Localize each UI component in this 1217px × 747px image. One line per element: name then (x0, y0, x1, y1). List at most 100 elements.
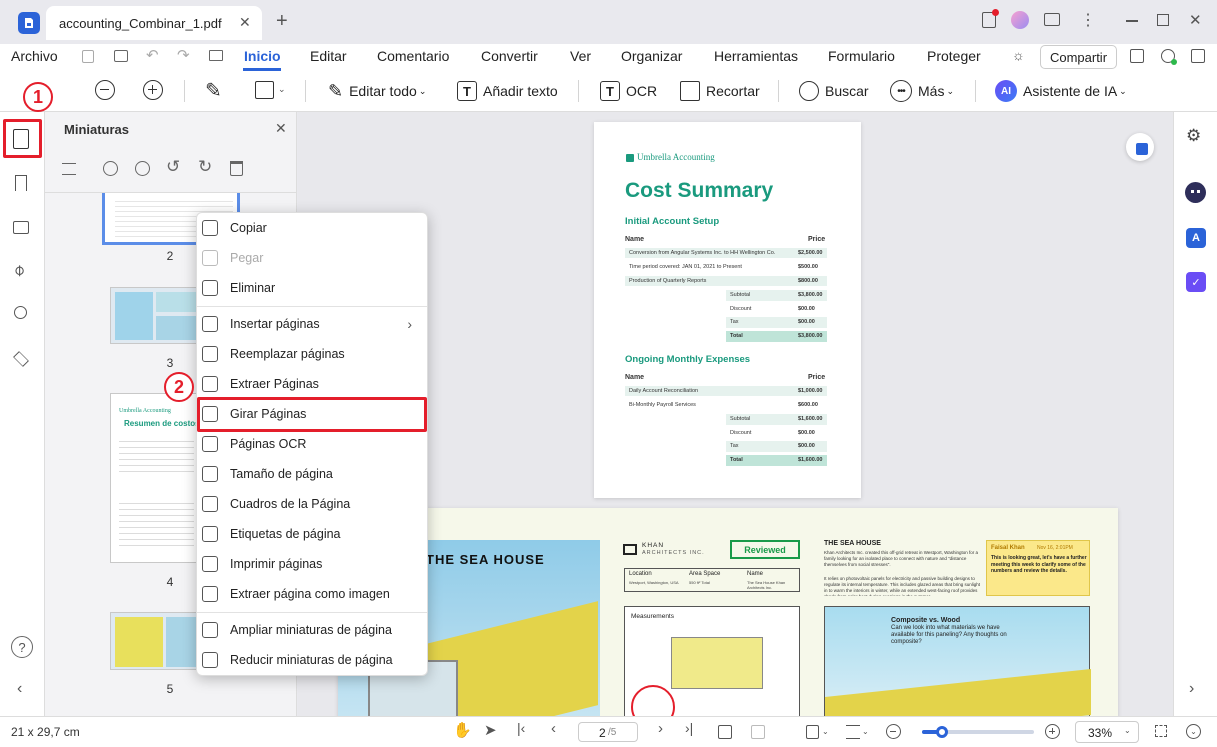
redo-icon[interactable]: ↷ (177, 46, 190, 64)
panel-layout-icon[interactable] (1191, 49, 1205, 63)
fit-page-icon[interactable] (718, 725, 732, 739)
chevron-down-icon[interactable]: ⌄ (862, 727, 869, 736)
feedback-icon[interactable] (1044, 13, 1060, 26)
context-menu-separator (197, 612, 427, 613)
rotate-right-icon[interactable]: ↻ (198, 157, 212, 177)
highlighter-icon[interactable]: ✎ (205, 78, 222, 103)
context-menu-item[interactable]: Etiquetas de página (200, 521, 416, 547)
document-tab[interactable]: accounting_Combinar_1.pdf ✕ (46, 6, 262, 40)
more-button[interactable]: ••• Más ⌄ (890, 78, 954, 104)
comment-icon[interactable] (13, 221, 29, 234)
collapse-right-icon[interactable]: › (1189, 680, 1194, 698)
delete-page-icon[interactable] (230, 161, 243, 176)
bookmark-icon[interactable] (15, 175, 27, 191)
menu-editar[interactable]: Editar (310, 48, 347, 64)
ai-assistant-button[interactable]: AI Asistente de IA ⌄ (995, 78, 1127, 104)
menu-organizar[interactable]: Organizar (621, 48, 682, 64)
avatar[interactable] (1011, 11, 1029, 29)
fit-width-icon[interactable] (751, 725, 765, 739)
properties-sliders-icon[interactable]: ⚙ (1186, 126, 1201, 146)
context-menu-item[interactable]: Insertar páginas › (200, 311, 416, 337)
help-icon[interactable]: ? (11, 636, 33, 658)
crop-button[interactable]: Recortar (680, 78, 760, 104)
sticky-note[interactable]: Faisal Khan Nov 16, 2:01PM This is looki… (986, 540, 1090, 596)
search-icon[interactable] (14, 306, 27, 319)
scroll-mode-icon[interactable] (846, 725, 860, 739)
zoom-slider[interactable] (922, 726, 1034, 738)
mail-icon[interactable] (209, 50, 223, 61)
page-number-input[interactable]: 2 /5 (578, 722, 638, 742)
menu-comentario[interactable]: Comentario (377, 48, 449, 64)
context-menu-item[interactable]: Reducir miniaturas de página (200, 647, 416, 673)
context-menu-item[interactable]: Imprimir páginas (200, 551, 416, 577)
workflow-icon[interactable] (1130, 49, 1144, 63)
context-menu-item[interactable]: Páginas OCR (200, 431, 416, 457)
menu-proteger[interactable]: Proteger (927, 48, 981, 64)
ocr-button[interactable]: T OCR (600, 78, 657, 104)
page-display-icon[interactable] (806, 725, 819, 739)
menu-formulario[interactable]: Formulario (828, 48, 895, 64)
save-icon[interactable] (82, 50, 94, 63)
select-tool-icon[interactable]: ➤ (484, 721, 497, 739)
close-panel-icon[interactable]: ✕ (275, 120, 287, 137)
context-menu-item[interactable]: Ampliar miniaturas de página (200, 617, 416, 643)
close-tab-icon[interactable]: ✕ (239, 14, 251, 31)
thumbnails-title: Miniaturas (64, 122, 130, 137)
chevron-down-icon[interactable]: ⌄ (278, 84, 286, 95)
translate-icon[interactable]: A (1186, 228, 1206, 248)
menu-herramientas[interactable]: Herramientas (714, 48, 798, 64)
new-tab-button[interactable]: + (276, 10, 288, 33)
more-options-icon[interactable]: ⋮ (1080, 10, 1096, 30)
scroll-down-icon[interactable]: ⌄ (1186, 724, 1201, 739)
thumb-zoom-out-icon[interactable] (135, 161, 150, 176)
context-menu-item[interactable]: Cuadros de la Página (200, 491, 416, 517)
menu-ver[interactable]: Ver (570, 48, 591, 64)
rotate-left-icon[interactable]: ↺ (166, 157, 180, 177)
next-page-icon[interactable]: › (658, 720, 663, 737)
zoom-in-icon[interactable] (143, 80, 163, 100)
context-menu-item[interactable]: Tamaño de página (200, 461, 416, 487)
menu-archivo[interactable]: Archivo (11, 48, 58, 64)
first-page-icon[interactable]: |‹ (517, 720, 525, 736)
prev-page-icon[interactable]: ‹ (551, 720, 556, 737)
context-menu-item[interactable]: Eliminar (200, 275, 416, 301)
share-button[interactable]: Compartir (1040, 45, 1117, 69)
collapse-left-icon[interactable]: ‹ (17, 680, 22, 698)
thumb-zoom-in-icon[interactable] (103, 161, 118, 176)
context-menu-item[interactable]: Copiar (200, 215, 416, 241)
menu-convertir[interactable]: Convertir (481, 48, 538, 64)
task-check-icon[interactable]: ✓ (1186, 272, 1206, 292)
edit-all-button[interactable]: ✎ Editar todo ⌄ (328, 78, 426, 104)
totals-value: $00.00 (798, 429, 815, 436)
notification-icon[interactable] (982, 9, 999, 28)
undo-icon[interactable]: ↶ (146, 46, 159, 64)
context-menu-label: Reemplazar páginas (230, 347, 345, 361)
thumbnail-page-4[interactable]: Umbrella Accounting Resumen de costos (110, 393, 201, 563)
close-window-icon[interactable]: ✕ (1189, 11, 1202, 29)
context-menu-item[interactable]: Extraer página como imagen (200, 581, 416, 607)
lightbulb-icon[interactable]: ☼ (1012, 47, 1025, 63)
last-page-icon[interactable]: ›| (685, 720, 693, 736)
totals-label: Total (730, 332, 743, 339)
add-text-button[interactable]: T Añadir texto (457, 78, 558, 104)
minimize-icon[interactable] (1126, 20, 1138, 22)
shape-rectangle-icon[interactable] (255, 81, 274, 99)
status-zoom-out-icon[interactable] (886, 724, 901, 739)
print-icon[interactable] (114, 50, 128, 62)
context-menu-item[interactable]: Extraer Páginas (200, 371, 416, 397)
document-viewer[interactable]: Umbrella Accounting Cost Summary Initial… (298, 112, 1173, 716)
menu-inicio[interactable]: Inicio (244, 48, 281, 64)
thumbnail-options-icon[interactable] (62, 163, 76, 175)
convert-to-word-icon[interactable] (1126, 133, 1154, 161)
fullscreen-icon[interactable] (1155, 725, 1167, 737)
maximize-icon[interactable] (1157, 14, 1169, 26)
zoom-out-icon[interactable] (95, 80, 115, 100)
context-menu-item[interactable]: Reemplazar páginas (200, 341, 416, 367)
ai-robot-icon[interactable] (1185, 182, 1206, 203)
cloud-sync-icon[interactable] (1161, 49, 1177, 65)
hand-tool-icon[interactable]: ✋ (453, 721, 472, 739)
status-zoom-in-icon[interactable] (1045, 724, 1060, 739)
chevron-down-icon[interactable]: ⌄ (822, 727, 829, 736)
search-button[interactable]: Buscar (799, 78, 869, 104)
zoom-select[interactable]: 33% ⌄ (1075, 721, 1139, 743)
